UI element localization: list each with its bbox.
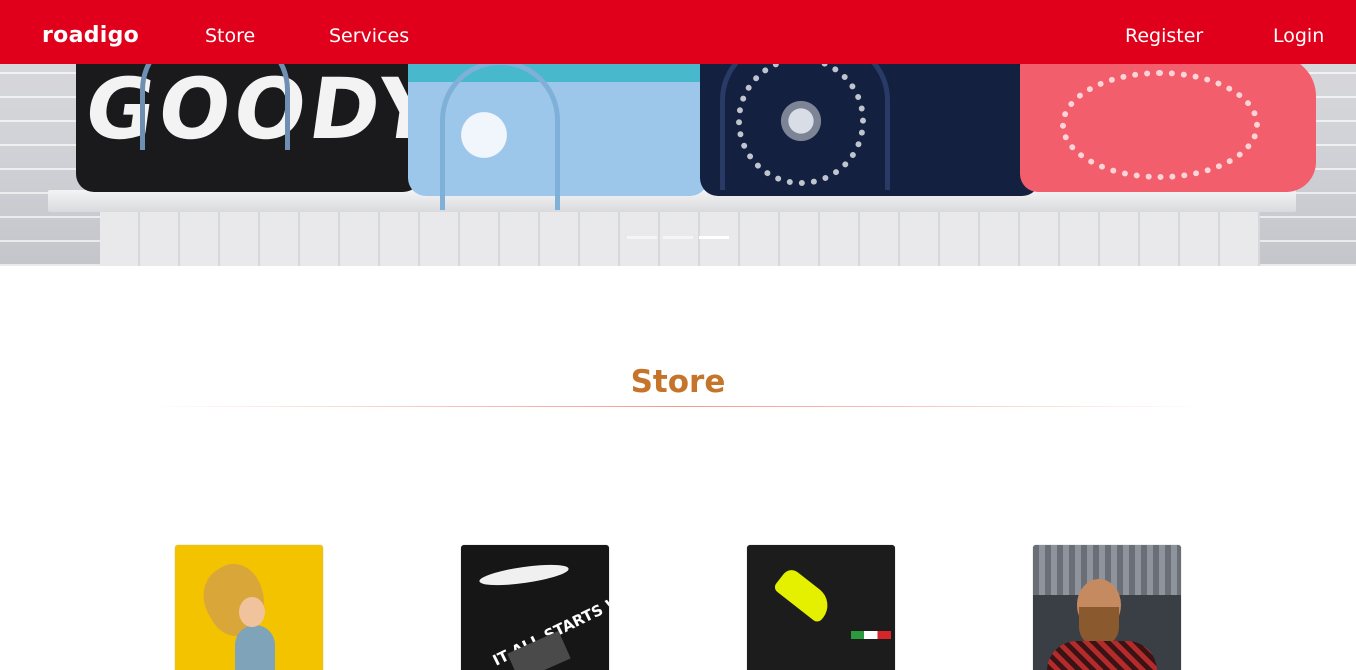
carousel-indicator-2[interactable]	[663, 236, 693, 239]
top-navbar: roadigo Store Services Register Login	[0, 0, 1356, 64]
car-print-graphic	[772, 566, 836, 624]
nav-link-login[interactable]: Login	[1273, 22, 1324, 50]
product-card-4[interactable]	[1033, 545, 1181, 670]
pink-tote-bag	[1020, 56, 1316, 192]
brand-logo[interactable]: roadigo	[42, 22, 139, 50]
product-image-plaid-shirt	[1047, 641, 1157, 670]
dots-print	[1060, 70, 1260, 180]
product-card-3[interactable]	[747, 545, 895, 670]
nav-link-store[interactable]: Store	[205, 22, 255, 50]
nav-link-register[interactable]: Register	[1125, 22, 1203, 50]
product-card-1[interactable]	[175, 545, 323, 670]
product-image-face	[239, 597, 265, 627]
carousel-indicator-3[interactable]	[699, 236, 729, 239]
product-image-body	[235, 625, 275, 670]
shirt-print-graphic	[478, 560, 570, 590]
section-divider	[150, 406, 1206, 407]
italian-flag-graphic	[851, 631, 891, 639]
nav-link-services[interactable]: Services	[329, 22, 409, 50]
section-title: Store	[630, 364, 726, 400]
carousel-indicators	[627, 236, 729, 240]
bag-handle	[440, 60, 560, 210]
carousel-indicator-1[interactable]	[627, 236, 657, 239]
product-card-2[interactable]: IT ALL STARTS WITH A DREAM	[461, 545, 609, 670]
